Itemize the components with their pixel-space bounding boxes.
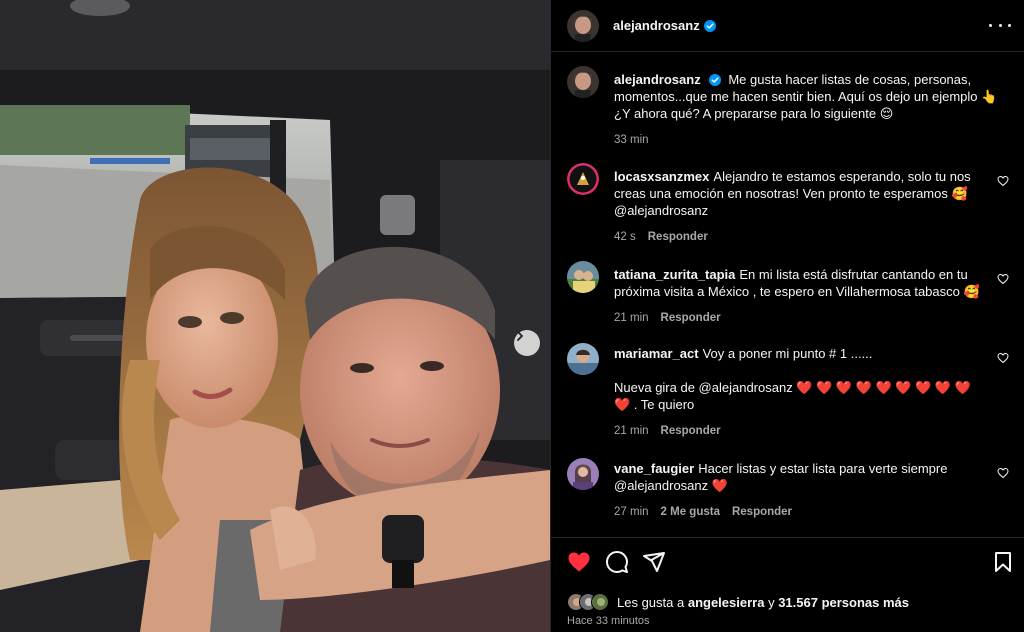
chevron-right-icon xyxy=(517,331,523,341)
likes-user[interactable]: angelesierra xyxy=(688,595,765,610)
likers-avatar-stack xyxy=(567,593,609,611)
like-comment-heart-icon[interactable] xyxy=(997,352,1009,364)
post-header: alejandrosanz xyxy=(551,0,1024,52)
comment-icon[interactable] xyxy=(605,550,629,574)
more-options-button[interactable] xyxy=(989,14,1011,36)
post-side-panel: alejandrosanz alejandrosanz Me gusta hac… xyxy=(550,0,1024,632)
next-photo-button[interactable] xyxy=(514,330,540,356)
car-selfie-illustration xyxy=(0,0,550,632)
verified-badge-icon xyxy=(703,19,716,32)
reply-button[interactable]: Responder xyxy=(661,423,721,440)
verified-badge-icon xyxy=(708,74,721,86)
comment-time[interactable]: 42 s xyxy=(614,229,636,246)
comment-text: Voy a poner mi punto # 1 ...... xyxy=(702,346,873,361)
instagram-post-view: alejandrosanz alejandrosanz Me gusta hac… xyxy=(0,0,1024,632)
comment-avatar[interactable] xyxy=(567,163,599,195)
likes-count[interactable]: 31.567 personas más xyxy=(778,595,909,610)
caption-username[interactable]: alejandrosanz xyxy=(614,72,701,87)
comment-username[interactable]: vane_faugier xyxy=(614,461,694,476)
reply-button[interactable]: Responder xyxy=(661,310,721,327)
like-comment-heart-icon[interactable] xyxy=(997,175,1009,187)
author-avatar[interactable] xyxy=(567,9,599,42)
comment-username[interactable]: locasxsanzmex xyxy=(614,169,709,184)
heart-filled-icon[interactable] xyxy=(567,550,591,574)
send-icon[interactable] xyxy=(642,550,666,574)
caption-avatar[interactable] xyxy=(567,66,599,98)
caption: alejandrosanz Me gusta hacer listas de c… xyxy=(567,66,1009,150)
likes-joiner: y xyxy=(768,594,775,610)
post-photo[interactable] xyxy=(0,0,550,632)
comment-time[interactable]: 21 min xyxy=(614,310,649,327)
comment-time[interactable]: 21 min xyxy=(614,423,649,440)
comment-avatar[interactable] xyxy=(567,261,599,293)
comment-item: vane_faugier Hacer listas y estar lista p… xyxy=(567,458,1009,528)
comment-username[interactable]: tatiana_zurita_tapia xyxy=(614,267,735,282)
like-comment-heart-icon[interactable] xyxy=(997,273,1009,285)
comment-likes-count[interactable]: 2 Me gusta xyxy=(661,504,720,521)
posted-time[interactable]: Hace 33 minutos xyxy=(567,615,650,627)
comment-username[interactable]: mariamar_act xyxy=(614,346,699,361)
reply-button[interactable]: Responder xyxy=(648,229,708,246)
more-options-icon xyxy=(989,23,992,27)
caption-time[interactable]: 33 min xyxy=(614,132,649,149)
likes-prefix: Les gusta a xyxy=(617,594,685,610)
comment-avatar[interactable] xyxy=(567,343,599,375)
comments-list[interactable]: alejandrosanz Me gusta hacer listas de c… xyxy=(551,53,1024,536)
like-comment-heart-icon[interactable] xyxy=(997,467,1009,479)
comment-time[interactable]: 27 min xyxy=(614,504,649,521)
post-actions-bar: Les gusta a angelesierra y 31.567 person… xyxy=(551,537,1024,632)
comment-text-second-paragraph: Nueva gira de @alejandrosanz ❤️ ❤️ ❤️ ❤️… xyxy=(614,380,971,412)
likes-summary[interactable]: Les gusta a angelesierra y 31.567 person… xyxy=(567,593,909,611)
comment-item: tatiana_zurita_tapia En mi lista está dis… xyxy=(567,261,1009,327)
comment-item: mariamar_act Voy a poner mi punto # 1 ...… xyxy=(567,343,1009,443)
comment-item: locasxsanzmex Alejandro te estamos espera… xyxy=(567,163,1009,243)
reply-button[interactable]: Responder xyxy=(732,504,792,521)
bookmark-icon[interactable] xyxy=(991,550,1015,574)
author-username[interactable]: alejandrosanz xyxy=(613,18,700,33)
comment-avatar[interactable] xyxy=(567,458,599,490)
